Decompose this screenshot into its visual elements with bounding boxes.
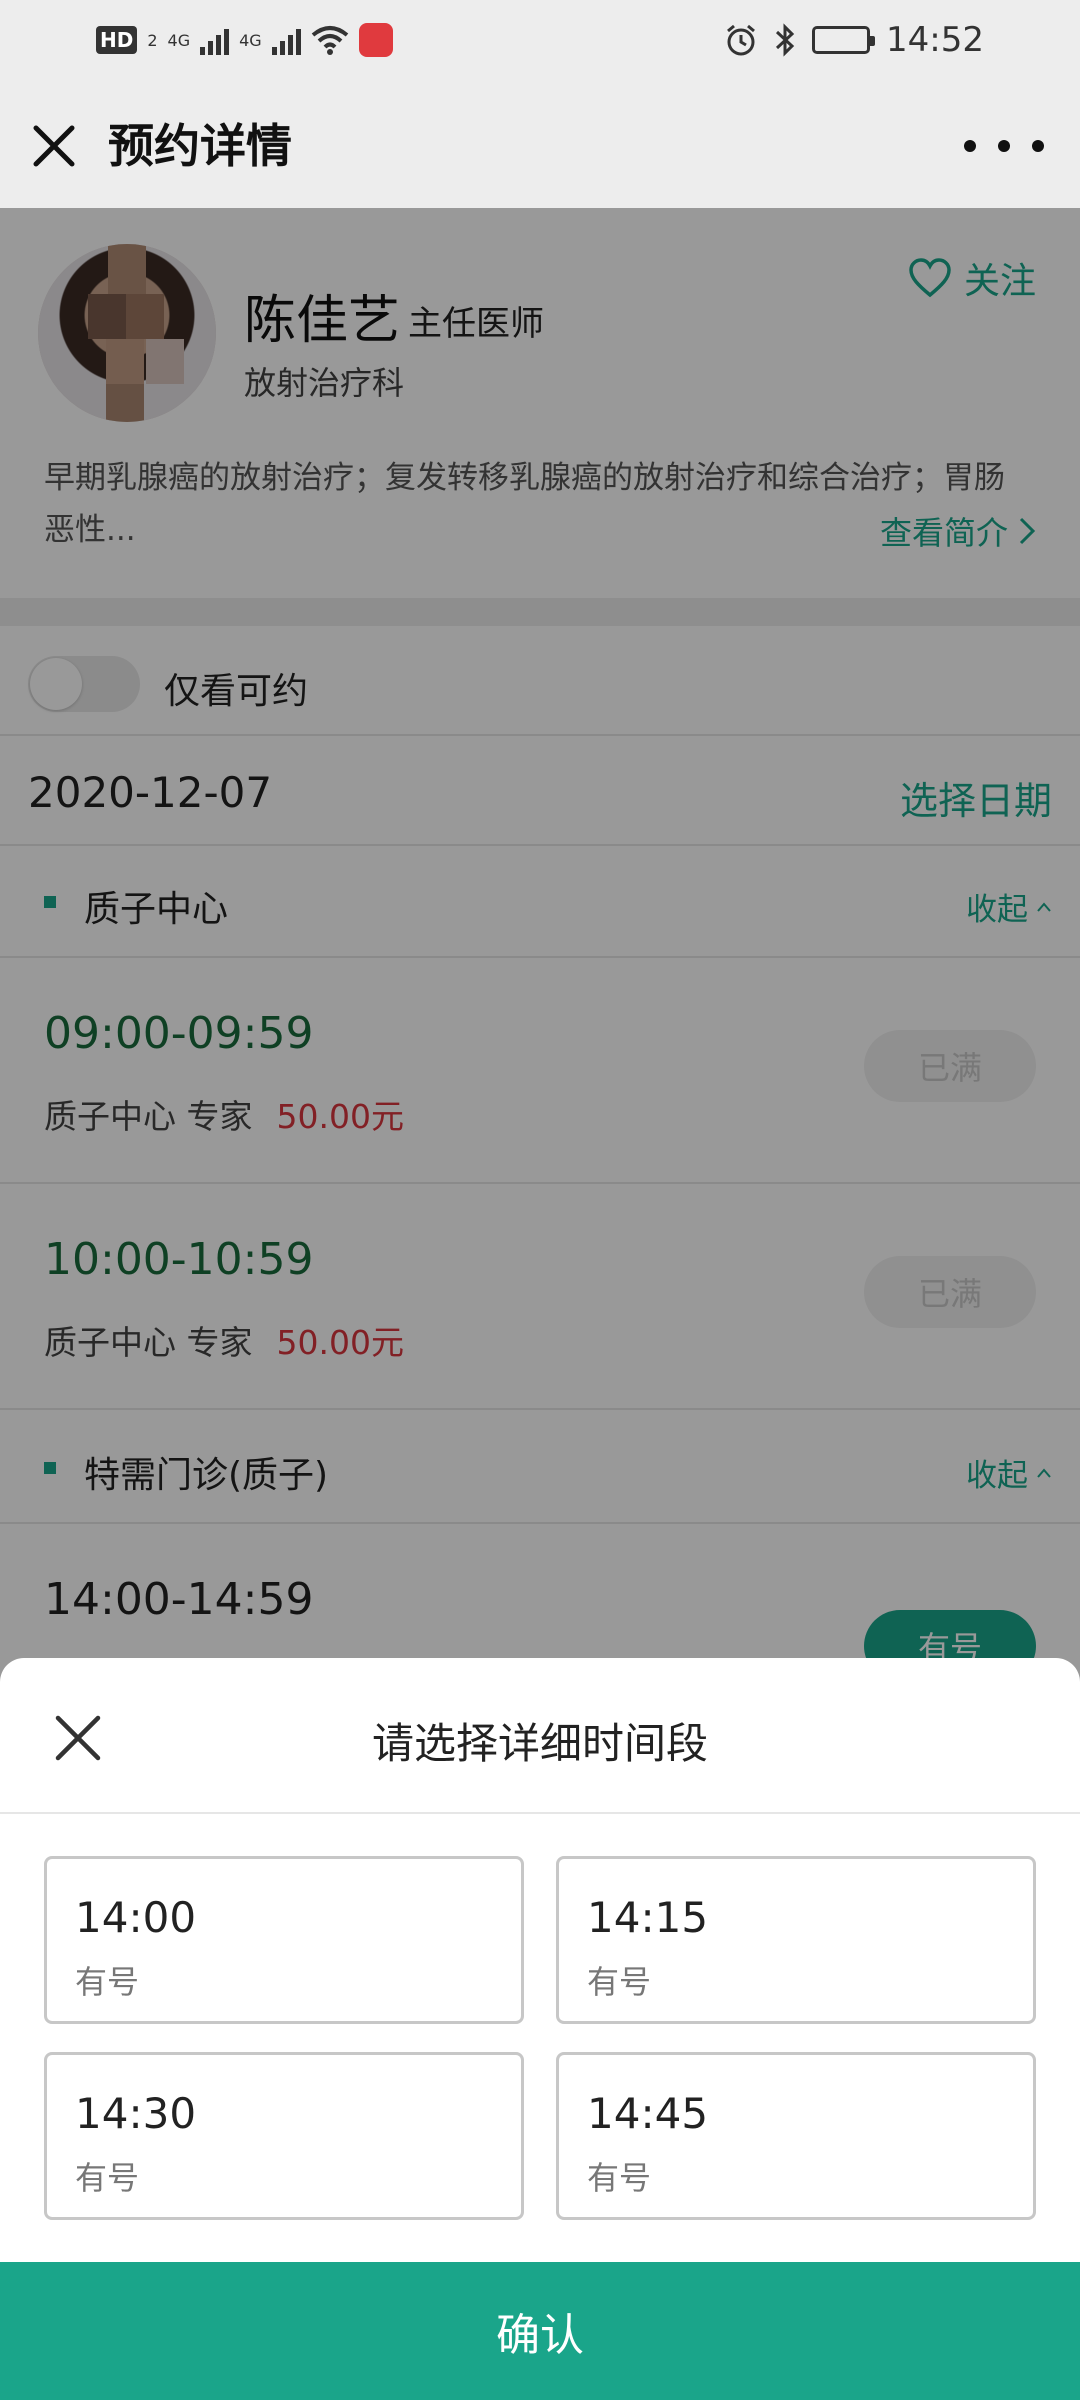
net-type-2: 4G <box>239 30 262 50</box>
option-status: 有号 <box>75 1963 140 2001</box>
time-picker-sheet: 请选择详细时间段 14:00 有号 14:15 有号 14:30 有号 14:4… <box>0 1658 1080 2400</box>
alarm-icon <box>727 24 755 56</box>
time-option[interactable]: 14:15 有号 <box>556 1856 1036 2024</box>
battery-icon <box>812 26 876 54</box>
status-bar: HD 2 4G 4G 14:52 <box>0 0 1080 80</box>
option-time: 14:45 <box>587 2089 709 2138</box>
sheet-title: 请选择详细时间段 <box>371 1719 708 1768</box>
status-left: HD 2 4G 4G <box>96 20 393 60</box>
bluetooth-icon <box>775 23 795 57</box>
time-option[interactable]: 14:45 有号 <box>556 2052 1036 2220</box>
time-option[interactable]: 14:00 有号 <box>44 1856 524 2024</box>
navbar: 预约详情 <box>0 80 1080 208</box>
signal-icon <box>200 25 230 55</box>
option-time: 14:30 <box>75 2089 197 2138</box>
sim-index: 2 <box>147 30 158 50</box>
net-type-1: 4G <box>167 30 191 50</box>
option-status: 有号 <box>75 2159 140 2197</box>
status-right: 14:52 <box>724 16 984 64</box>
option-status: 有号 <box>587 2159 652 2197</box>
hd-badge: HD <box>96 26 138 54</box>
option-time: 14:15 <box>587 1893 709 1942</box>
sheet-header: 请选择详细时间段 <box>0 1658 1080 1814</box>
time-option[interactable]: 14:30 有号 <box>44 2052 524 2220</box>
page-title: 预约详情 <box>108 119 292 173</box>
option-status: 有号 <box>587 1963 652 2001</box>
close-icon[interactable] <box>24 116 84 176</box>
option-time: 14:00 <box>75 1893 197 1942</box>
app-notification-icon <box>358 23 393 57</box>
more-menu-button[interactable] <box>964 126 1044 166</box>
confirm-button[interactable]: 确认 <box>0 2262 1080 2400</box>
clock-time: 14:52 <box>886 20 984 60</box>
wifi-icon <box>311 26 348 55</box>
signal-icon-2 <box>271 25 301 55</box>
